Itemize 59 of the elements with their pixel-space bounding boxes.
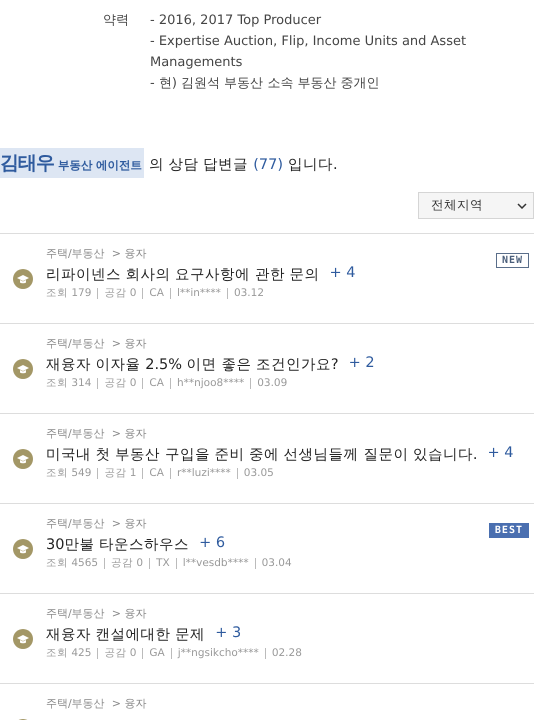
post-title[interactable]: 재융자 캔설에대한 문제 [46, 625, 206, 644]
career-line: - Expertise Auction, Flip, Income Units and Asset Managements [150, 33, 468, 72]
post-meta: r**luzi**** [170, 468, 237, 479]
agent-name: 김태우 [0, 151, 54, 176]
post-meta: 조회 4565 [46, 558, 100, 569]
post-category: 주택/부동산 > 융자 [46, 696, 146, 711]
graduation-cap-icon [13, 538, 33, 558]
answer-count: + 4 [329, 265, 356, 283]
answer-count: (77) [253, 157, 283, 173]
answer-count: + 3 [215, 625, 242, 643]
post-meta: CA [142, 378, 170, 389]
post-category: 주택/부동산 > 융자 [46, 246, 148, 261]
post-category: 주택/부동산 > 융자 [46, 336, 148, 351]
career-label: 약력 [103, 12, 130, 30]
post-meta: 조회 425 [46, 648, 92, 659]
heading-text: 의 상담 답변글 [149, 156, 248, 174]
agent-role: 부동산 에이전트 [58, 158, 142, 173]
post-meta: 조회 179 [46, 288, 92, 299]
answer-count: + 6 [199, 535, 226, 553]
post-title[interactable]: 미국내 첫 부동산 구입을 준비 중에 선생님들께 질문이 있습니다. [46, 445, 478, 464]
post-meta: 공감 0 [104, 558, 150, 569]
post-meta: 공감 0 [97, 288, 142, 299]
post-meta: l**vesdb**** [176, 558, 255, 569]
career-line: - 2016, 2017 Top Producer [150, 12, 322, 30]
career-line: - 현) 김원석 부동산 소속 부동산 중개인 [150, 75, 381, 93]
post-category: 주택/부동산 > 융자 [46, 516, 148, 531]
post-meta: 03.12 [226, 288, 270, 299]
heading-text: 입니다. [288, 156, 338, 174]
chevron-down-icon [517, 202, 527, 208]
answer-count: + 4 [487, 445, 514, 463]
best-badge: BEST [488, 523, 529, 538]
graduation-cap-icon [13, 448, 33, 468]
answer-count: + 2 [348, 355, 375, 373]
post-title[interactable]: 리파이넨스 회사의 요구사항에 관한 문의 [46, 265, 320, 284]
post-meta: CA [142, 468, 170, 479]
post-meta: CA [142, 288, 170, 299]
post-meta: 공감 1 [97, 468, 142, 479]
post-meta: h**njoo8**** [170, 378, 250, 389]
post-category: 주택/부동산 > 융자 [46, 606, 148, 621]
post-meta: 조회 549 [46, 468, 92, 479]
post-title[interactable]: 재융자 이자율 2.5% 이면 좋은 조건인가요? [46, 355, 339, 374]
post-meta: j**ngsikcho**** [170, 648, 265, 659]
post-title[interactable]: 30만불 타운스하우스 [46, 535, 190, 554]
post-meta: 조회 314 [46, 378, 92, 389]
graduation-cap-icon [13, 628, 33, 648]
post-meta: GA [142, 648, 171, 659]
graduation-cap-icon [13, 268, 33, 288]
post-meta: 공감 0 [97, 378, 142, 389]
new-badge: NEW [496, 253, 529, 268]
post-meta: l**in**** [170, 288, 227, 299]
post-meta: 03.05 [236, 468, 280, 479]
region-dropdown[interactable]: 전체지역 [418, 192, 534, 219]
post-meta: 공감 0 [97, 648, 142, 659]
graduation-cap-icon [13, 358, 33, 378]
post-meta: 02.28 [264, 648, 308, 659]
post-meta: TX [149, 558, 176, 569]
post-category: 주택/부동산 > 융자 [46, 426, 148, 441]
post-meta: 03.04 [254, 558, 298, 569]
post-meta: 03.09 [250, 378, 294, 389]
